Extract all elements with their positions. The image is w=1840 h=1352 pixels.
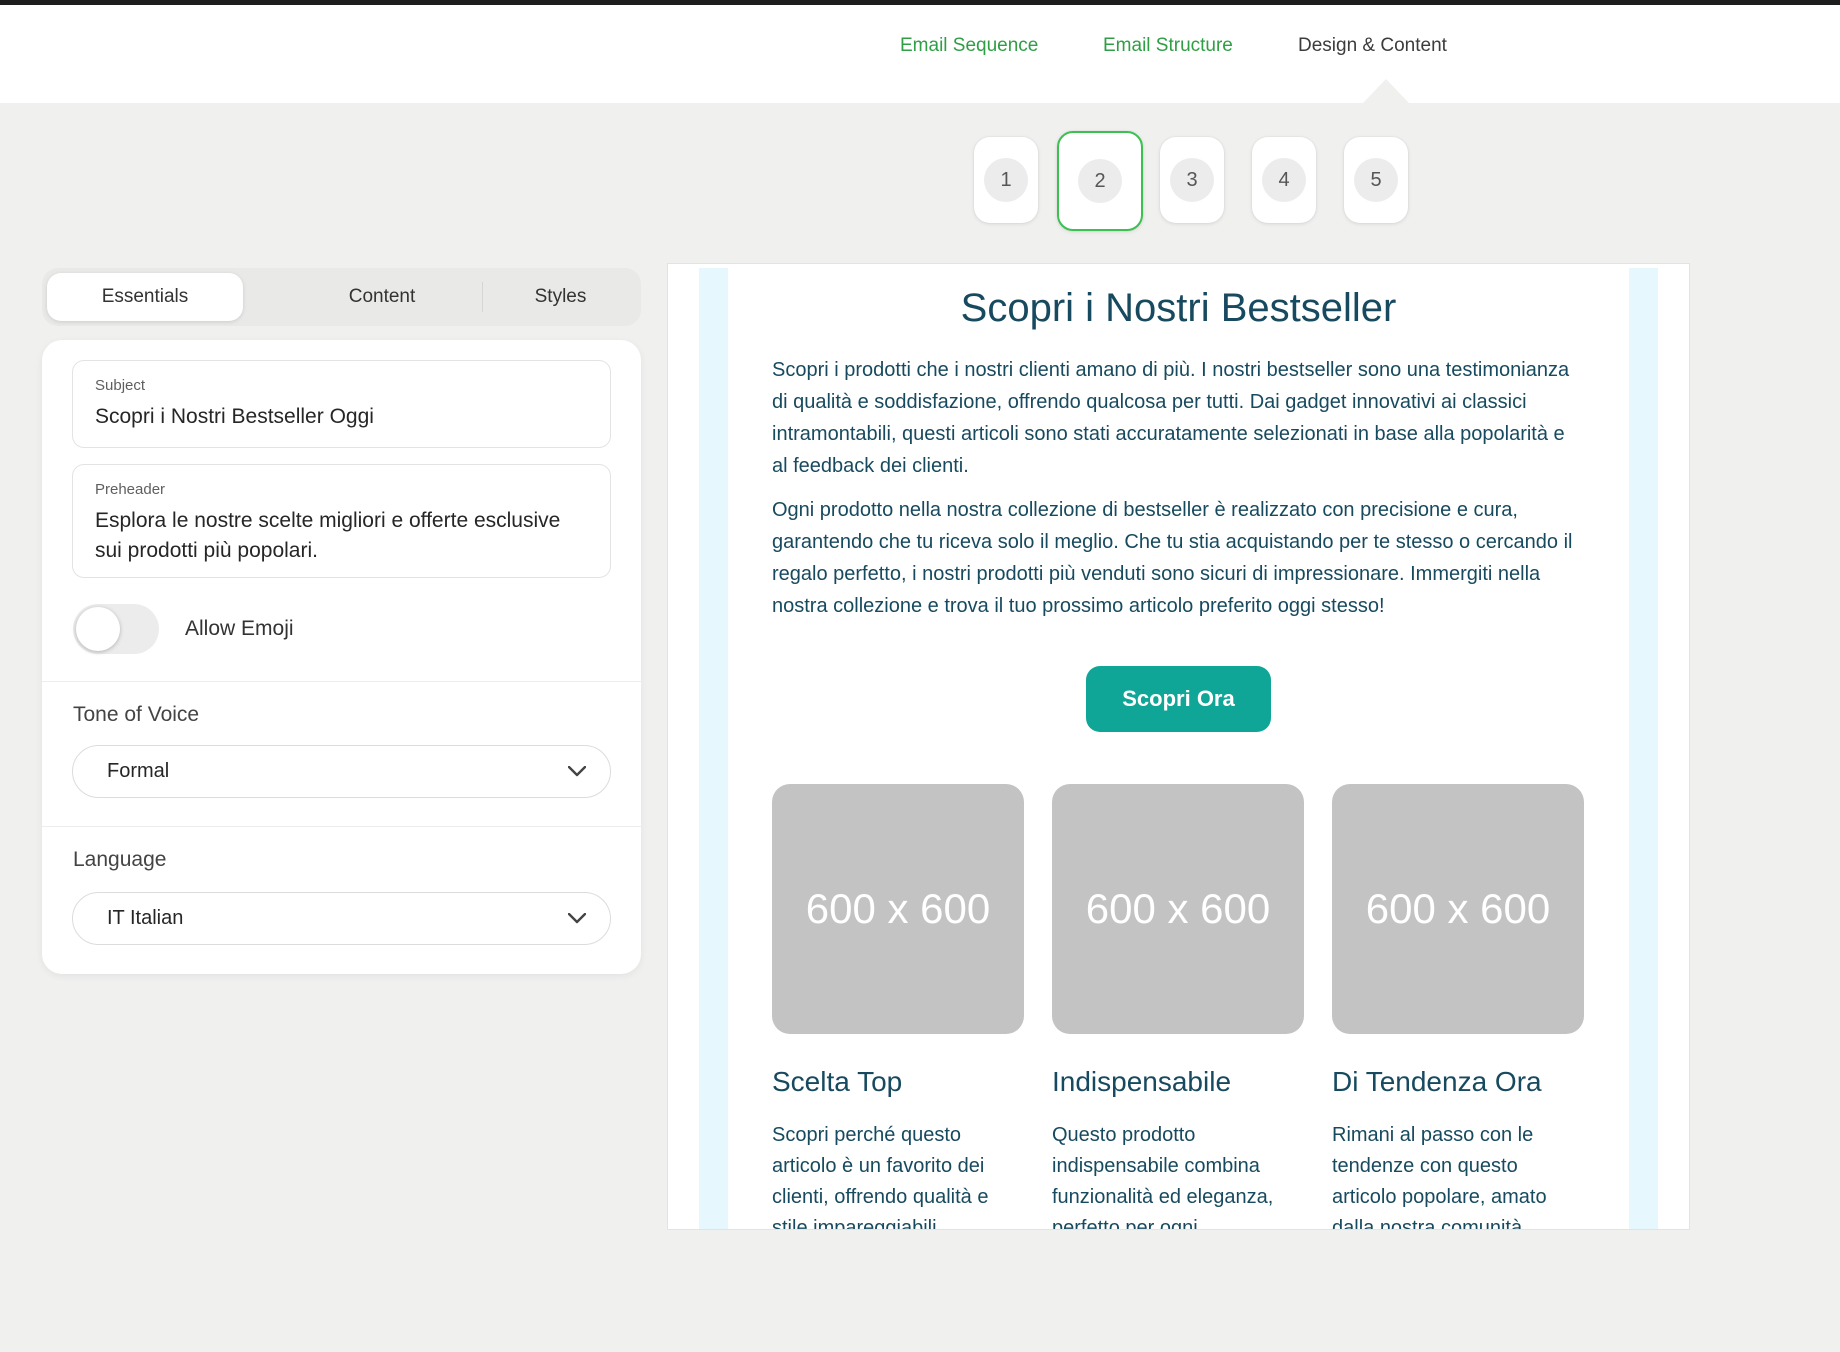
product-title: Indispensabile — [1052, 1066, 1304, 1098]
product-card: 600 x 600 Scelta Top Scopri perché quest… — [772, 784, 1024, 1230]
essentials-panel: Subject Scopri i Nostri Bestseller Oggi … — [42, 340, 641, 974]
divider — [42, 681, 641, 682]
product-grid: 600 x 600 Scelta Top Scopri perché quest… — [772, 784, 1585, 1230]
step-button-1[interactable]: 1 — [974, 137, 1038, 223]
language-select[interactable]: IT Italian — [72, 892, 611, 945]
cta-wrapper: Scopri Ora — [772, 666, 1585, 732]
language-value: IT Italian — [107, 907, 568, 930]
chevron-down-icon — [568, 913, 586, 924]
subject-value: Scopri i Nostri Bestseller Oggi — [95, 402, 590, 432]
preheader-value: Esplora le nostre scelte migliori e offe… — [95, 506, 590, 566]
tone-of-voice-value: Formal — [107, 760, 568, 783]
step-number: 1 — [984, 158, 1028, 202]
tab-essentials-label: Essentials — [102, 286, 189, 308]
allow-emoji-label: Allow Emoji — [185, 617, 294, 641]
divider — [42, 826, 641, 827]
preheader-field[interactable]: Preheader Esplora le nostre scelte migli… — [72, 464, 611, 578]
step-button-5[interactable]: 5 — [1344, 137, 1408, 223]
email-title: Scopri i Nostri Bestseller — [772, 284, 1585, 332]
cta-button[interactable]: Scopri Ora — [1086, 666, 1270, 732]
subject-label: Subject — [95, 377, 590, 394]
tone-of-voice-select[interactable]: Formal — [72, 745, 611, 798]
product-image-placeholder: 600 x 600 — [772, 784, 1024, 1034]
tab-styles[interactable]: Styles — [483, 268, 638, 326]
email-canvas: Scopri i Nostri Bestseller Scopri i prod… — [699, 268, 1658, 1230]
product-title: Scelta Top — [772, 1066, 1024, 1098]
email-preview-panel: Scopri i Nostri Bestseller Scopri i prod… — [667, 263, 1690, 1230]
step-button-3[interactable]: 3 — [1160, 137, 1224, 223]
product-description: Scopri perché questo articolo è un favor… — [772, 1120, 1024, 1230]
active-nav-caret — [1363, 79, 1409, 103]
main-nav: Email Sequence Email Structure Design & … — [0, 5, 1840, 103]
email-content: Scopri i Nostri Bestseller Scopri i prod… — [728, 268, 1629, 1230]
tone-of-voice-label: Tone of Voice — [73, 703, 199, 727]
nav-email-sequence[interactable]: Email Sequence — [900, 35, 1038, 57]
language-label: Language — [73, 848, 166, 872]
step-number: 4 — [1262, 158, 1306, 202]
step-number: 5 — [1354, 158, 1398, 202]
nav-design-content[interactable]: Design & Content — [1298, 35, 1447, 57]
product-description: Rimani al passo con le tendenze con ques… — [1332, 1120, 1584, 1230]
product-image-placeholder: 600 x 600 — [1052, 784, 1304, 1034]
product-card: 600 x 600 Indispensabile Questo prodotto… — [1052, 784, 1304, 1230]
allow-emoji-row: Allow Emoji — [73, 604, 294, 654]
email-paragraph-2: Ogni prodotto nella nostra collezione di… — [772, 494, 1585, 622]
nav-email-structure[interactable]: Email Structure — [1103, 35, 1233, 57]
subject-field[interactable]: Subject Scopri i Nostri Bestseller Oggi — [72, 360, 611, 448]
email-paragraph-1: Scopri i prodotti che i nostri clienti a… — [772, 354, 1585, 482]
top-header: Email Sequence Email Structure Design & … — [0, 5, 1840, 103]
product-description: Questo prodotto indispensabile combina f… — [1052, 1120, 1304, 1230]
product-image-placeholder: 600 x 600 — [1332, 784, 1584, 1034]
product-card: 600 x 600 Di Tendenza Ora Rimani al pass… — [1332, 784, 1584, 1230]
chevron-down-icon — [568, 766, 586, 777]
step-number: 3 — [1170, 158, 1214, 202]
editor-tabs-bar: Essentials Content Styles — [42, 268, 641, 326]
product-title: Di Tendenza Ora — [1332, 1066, 1584, 1098]
tab-content[interactable]: Content — [282, 268, 482, 326]
allow-emoji-toggle[interactable] — [73, 604, 159, 654]
preheader-label: Preheader — [95, 481, 590, 498]
tab-essentials[interactable]: Essentials — [47, 273, 243, 321]
step-button-2-active[interactable]: 2 — [1057, 131, 1143, 231]
step-number: 2 — [1078, 159, 1122, 203]
step-button-4[interactable]: 4 — [1252, 137, 1316, 223]
toggle-knob — [76, 607, 120, 651]
